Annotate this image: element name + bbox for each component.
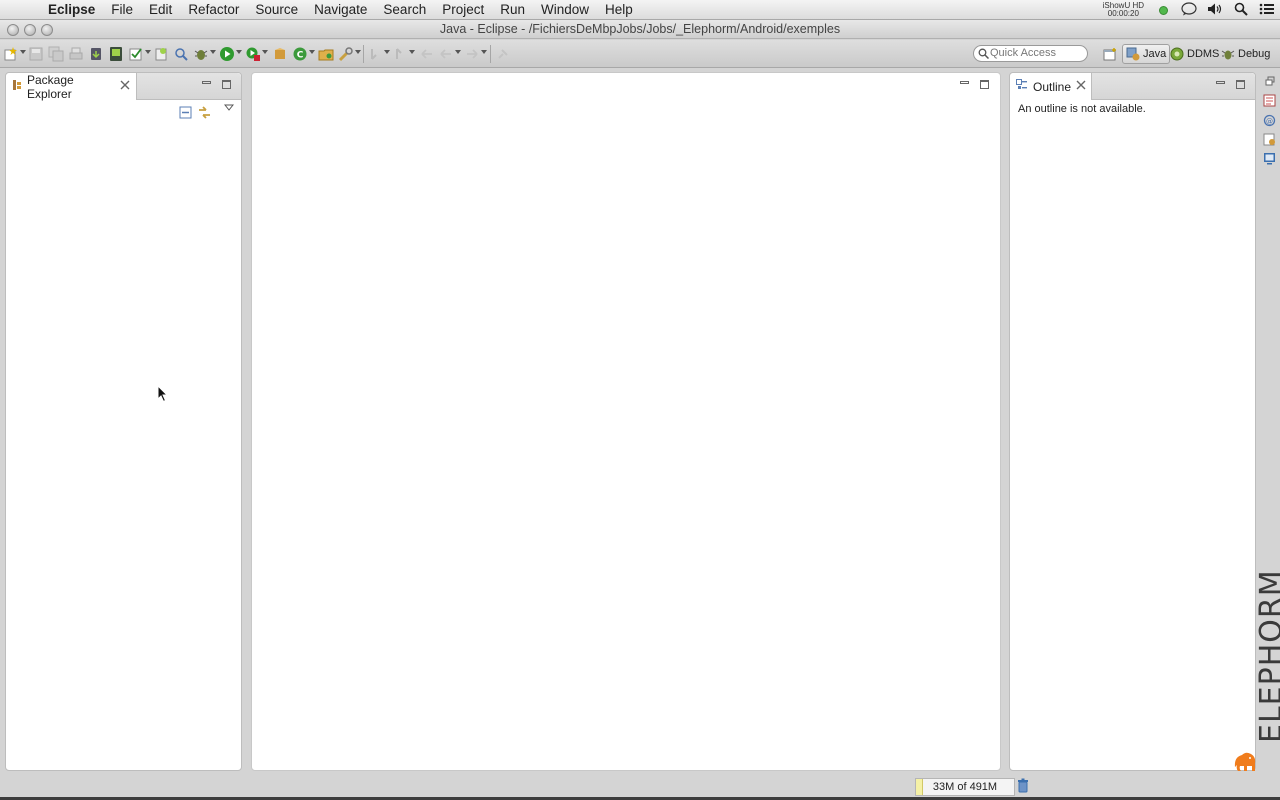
package-explorer-view: Package Explorer: [5, 72, 242, 771]
console-icon[interactable]: [1263, 152, 1276, 165]
debug-bug-icon: [1221, 50, 1235, 60]
menu-project[interactable]: Project: [434, 2, 492, 17]
search-icon: [978, 46, 990, 64]
view-menu-icon[interactable]: [223, 103, 235, 115]
new-java-class-icon[interactable]: C: [292, 46, 308, 62]
outline-tab-strip: [1091, 73, 1255, 100]
minimize-view-button[interactable]: [202, 81, 211, 84]
menu-navigate[interactable]: Navigate: [306, 2, 375, 17]
zoom-window-button[interactable]: [41, 24, 53, 36]
forward-icon[interactable]: [464, 46, 480, 62]
package-explorer-icon: [12, 79, 22, 94]
menu-window[interactable]: Window: [533, 2, 597, 17]
perspective-debug[interactable]: Debug: [1221, 44, 1270, 64]
restore-icon[interactable]: [1263, 76, 1276, 89]
outline-tab-label: Outline: [1033, 79, 1072, 94]
menu-file[interactable]: File: [103, 2, 141, 17]
lint-check-icon[interactable]: [128, 46, 144, 62]
perspective-debug-label: Debug: [1238, 48, 1271, 60]
perspective-ddms-label: DDMS: [1187, 48, 1220, 60]
menu-edit[interactable]: Edit: [141, 2, 180, 17]
save-all-icon[interactable]: [48, 46, 64, 62]
maximize-editor-button[interactable]: [980, 80, 989, 89]
collapse-all-icon[interactable]: [179, 106, 192, 122]
debug-icon[interactable]: [193, 46, 209, 62]
declaration-icon[interactable]: [1263, 133, 1276, 146]
window-title: Java - Eclipse - /FichiersDeMbpJobs/Jobs…: [439, 22, 841, 36]
menu-help[interactable]: Help: [597, 2, 641, 17]
javadoc-icon[interactable]: @: [1263, 114, 1276, 127]
open-perspective-icon[interactable]: [1102, 47, 1118, 63]
menu-source[interactable]: Source: [247, 2, 306, 17]
print-icon[interactable]: [68, 46, 84, 62]
ddms-icon: [1170, 47, 1184, 61]
java-perspective-icon: [1126, 47, 1140, 61]
minimize-window-button[interactable]: [24, 24, 36, 36]
search-tool-icon[interactable]: [338, 46, 354, 62]
menu-search[interactable]: Search: [375, 2, 434, 17]
heap-status-label: 33M of 491M: [932, 781, 998, 793]
menu-extras: iShowU HD 00:00:20: [1103, 0, 1280, 20]
main-toolbar: C: [0, 40, 1280, 68]
task-list-icon[interactable]: [1263, 94, 1276, 107]
tab-outline[interactable]: Outline: [1010, 73, 1092, 100]
recorder-time: 00:00:20: [1107, 9, 1139, 18]
minimize-view-button[interactable]: [1216, 81, 1225, 84]
menu-refactor[interactable]: Refactor: [180, 2, 247, 17]
save-icon[interactable]: [28, 46, 44, 62]
package-explorer-tab-label: Package Explorer: [27, 72, 74, 101]
perspective-ddms[interactable]: DDMS: [1170, 44, 1219, 64]
run-icon[interactable]: [219, 46, 235, 62]
quick-access-input[interactable]: Quick Access: [973, 45, 1088, 62]
minimize-editor-button[interactable]: [960, 81, 969, 84]
new-java-package-icon[interactable]: [272, 46, 288, 62]
heap-status[interactable]: 33M of 491M: [915, 778, 1015, 796]
back-icon[interactable]: [438, 46, 454, 62]
elephant-logo-icon: [1232, 747, 1258, 773]
pin-editor-icon[interactable]: [495, 46, 511, 62]
recorder-status[interactable]: iShowU HD 00:00:20: [1103, 2, 1144, 18]
outline-icon: [1016, 79, 1028, 94]
maximize-view-button[interactable]: [222, 80, 231, 89]
new-icon[interactable]: [3, 46, 19, 62]
heap-usage-bar: [916, 779, 923, 795]
maximize-view-button[interactable]: [1236, 80, 1245, 89]
new-android-test-icon[interactable]: [173, 46, 189, 62]
outline-view: Outline An outline is not available.: [1009, 72, 1256, 771]
android-avd-manager-icon[interactable]: [108, 46, 124, 62]
outline-empty-message: An outline is not available.: [1018, 103, 1146, 115]
mac-menu-bar: Eclipse File Edit Refactor Source Naviga…: [0, 0, 1280, 20]
elephorm-wordmark: ELEPHORM: [1254, 569, 1280, 743]
perspective-java[interactable]: Java: [1122, 44, 1171, 64]
notification-center-icon[interactable]: [1254, 2, 1280, 19]
link-with-editor-icon[interactable]: [197, 105, 212, 123]
elephorm-watermark: ELEPHORM: [1224, 565, 1280, 775]
previous-annotation-icon[interactable]: [393, 46, 409, 62]
window-title-bar: Java - Eclipse - /FichiersDeMbpJobs/Jobs…: [0, 20, 1280, 39]
volume-icon[interactable]: [1202, 2, 1228, 19]
messages-icon[interactable]: [1176, 1, 1202, 19]
tab-package-explorer[interactable]: Package Explorer: [6, 72, 137, 101]
perspective-java-label: Java: [1143, 48, 1167, 60]
menu-run[interactable]: Run: [492, 2, 533, 17]
close-tab-icon[interactable]: [1076, 80, 1086, 93]
close-tab-icon[interactable]: [120, 80, 130, 93]
close-window-button[interactable]: [7, 24, 19, 36]
run-last-tool-icon[interactable]: [245, 46, 261, 62]
svg-text:C: C: [297, 51, 304, 61]
mouse-cursor-icon: [157, 384, 169, 403]
run-garbage-collector-icon[interactable]: [1016, 778, 1030, 795]
new-android-project-icon[interactable]: [153, 46, 169, 62]
svg-text:@: @: [1266, 118, 1273, 126]
quick-access-placeholder: Quick Access: [990, 47, 1057, 59]
app-menu-eclipse[interactable]: Eclipse: [48, 2, 103, 17]
android-sdk-manager-icon[interactable]: [88, 46, 104, 62]
spotlight-search-icon[interactable]: [1228, 2, 1254, 19]
editor-area[interactable]: [251, 72, 1001, 771]
last-edit-location-icon[interactable]: [419, 46, 435, 62]
next-annotation-icon[interactable]: [368, 46, 384, 62]
recording-indicator-icon[interactable]: [1150, 3, 1176, 18]
open-type-icon[interactable]: [318, 46, 334, 62]
